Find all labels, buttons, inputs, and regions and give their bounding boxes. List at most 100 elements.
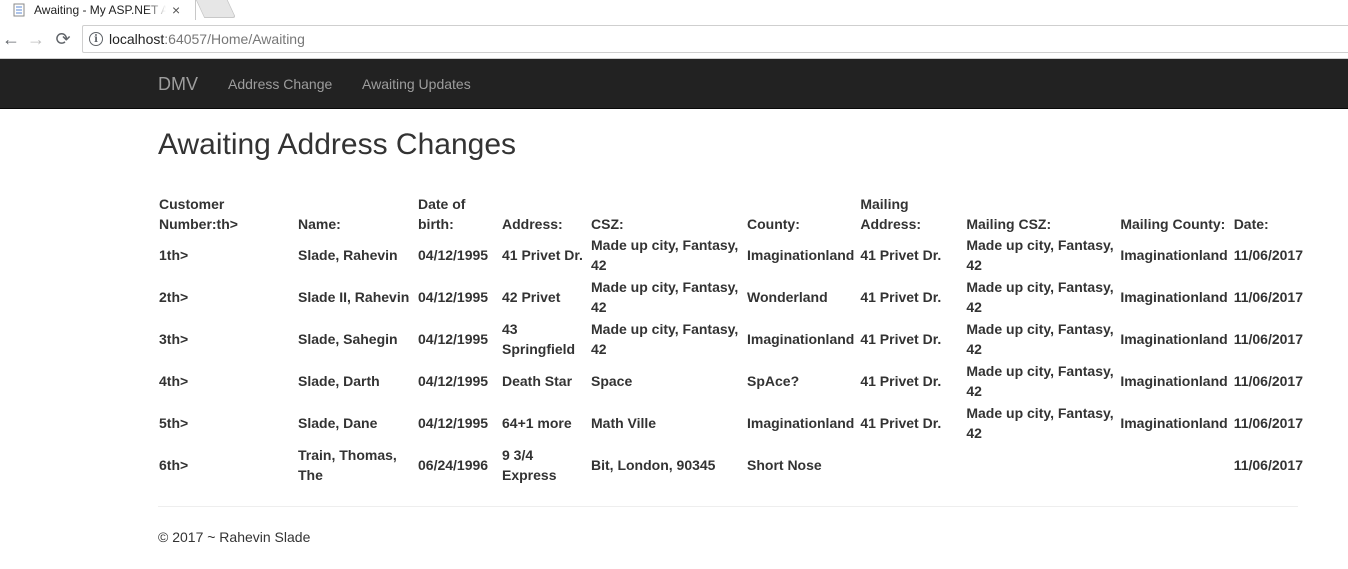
browser-toolbar: ← → ⟳ i localhost:64057/Home/Awaiting (0, 20, 1348, 59)
cell-customer-number: 1th> (159, 247, 189, 263)
browser-tabstrip: Awaiting - My ASP.NET A × (0, 0, 1348, 20)
cell-mailing-address: 41 Privet Dr. (860, 247, 942, 263)
url-path: :64057/Home/Awaiting (164, 31, 305, 47)
cell-date: 11/06/2017 (1233, 247, 1303, 263)
col-header-mailing-address: Mailing Address: (860, 196, 922, 232)
cell-mailing-county: Imaginationland (1120, 289, 1228, 305)
footer-text: © 2017 ~ Rahevin Slade (158, 529, 311, 545)
cell-mailing-csz: Made up city, Fantasy, 42 (966, 279, 1114, 315)
table-row: 5th> Slade, Dane 04/12/1995 64+1 more Ma… (156, 402, 1307, 444)
cell-csz: Made up city, Fantasy, 42 (591, 279, 739, 315)
cell-name: Slade, Rahevin (298, 247, 398, 263)
col-header-csz: CSZ: (591, 216, 624, 232)
new-tab-button[interactable] (195, 0, 237, 18)
reload-icon[interactable]: ⟳ (52, 28, 74, 50)
col-header-customer-number: Customer Number:th> (159, 196, 238, 232)
cell-county: Short Nose (747, 457, 822, 473)
col-header-dob: Date of birth: (418, 196, 466, 232)
cell-county: Imaginationland (747, 415, 855, 431)
table-row: 1th> Slade, Rahevin 04/12/1995 41 Privet… (156, 234, 1307, 276)
cell-mailing-address: 41 Privet Dr. (860, 331, 942, 347)
cell-address: 9 3/4 Express (502, 447, 557, 483)
cell-dob: 04/12/1995 (418, 247, 489, 263)
cell-mailing-county: Imaginationland (1120, 415, 1228, 431)
cell-mailing-county (1117, 444, 1230, 486)
cell-address: Death Star (502, 373, 573, 389)
cell-customer-number: 2th> (159, 289, 189, 305)
address-bar[interactable]: i localhost:64057/Home/Awaiting (82, 25, 1348, 53)
table-row: 4th> Slade, Darth 04/12/1995 Death Star … (156, 360, 1307, 402)
cell-mailing-address: 41 Privet Dr. (860, 415, 942, 431)
footer-divider (158, 506, 1298, 507)
info-icon[interactable]: i (89, 32, 103, 46)
cell-mailing-csz: Made up city, Fantasy, 42 (966, 363, 1114, 399)
cell-address: 43 Springfield (502, 321, 576, 357)
cell-csz: Space (591, 373, 633, 389)
cell-csz: Bit, London, 90345 (591, 457, 716, 473)
table-row: 6th> Train, Thomas, The 06/24/1996 9 3/4… (156, 444, 1307, 486)
browser-tab-awaiting[interactable]: Awaiting - My ASP.NET A × (0, 0, 196, 20)
cell-name: Slade, Sahegin (298, 331, 398, 347)
cell-csz: Math Ville (591, 415, 657, 431)
nav-link-address-change[interactable]: Address Change (228, 59, 332, 109)
cell-date: 11/06/2017 (1233, 373, 1303, 389)
page-title: Awaiting Address Changes (158, 128, 517, 161)
awaiting-table: Customer Number:th> Name: Date of birth:… (156, 192, 1307, 486)
cell-date: 11/06/2017 (1233, 331, 1303, 347)
cell-mailing-csz: Made up city, Fantasy, 42 (966, 321, 1114, 357)
cell-county: Imaginationland (747, 331, 855, 347)
cell-dob: 04/12/1995 (418, 331, 489, 347)
cell-mailing-csz: Made up city, Fantasy, 42 (966, 405, 1114, 441)
cell-county: Wonderland (747, 289, 828, 305)
cell-customer-number: 6th> (159, 457, 189, 473)
cell-mailing-county: Imaginationland (1120, 373, 1228, 389)
url-text[interactable]: localhost:64057/Home/Awaiting (109, 31, 305, 47)
back-arrow-icon[interactable]: ← (0, 28, 22, 50)
col-header-county: County: (747, 216, 800, 232)
cell-name: Slade, Dane (298, 415, 378, 431)
table-header-row: Customer Number:th> Name: Date of birth:… (156, 192, 1307, 234)
cell-address: 41 Privet Dr. (502, 247, 583, 263)
cell-dob: 04/12/1995 (418, 373, 489, 389)
cell-county: Imaginationland (747, 247, 855, 263)
nav-link-awaiting-updates[interactable]: Awaiting Updates (362, 59, 471, 109)
cell-dob: 06/24/1996 (418, 457, 489, 473)
cell-mailing-csz: Made up city, Fantasy, 42 (966, 237, 1114, 273)
table-row: 2th> Slade II, Rahevin 04/12/1995 42 Pri… (156, 276, 1307, 318)
cell-mailing-csz (963, 444, 1117, 486)
col-header-address: Address: (502, 216, 563, 232)
cell-customer-number: 5th> (159, 415, 189, 431)
cell-customer-number: 4th> (159, 373, 189, 389)
cell-csz: Made up city, Fantasy, 42 (591, 237, 739, 273)
cell-dob: 04/12/1995 (418, 415, 489, 431)
forward-arrow-icon[interactable]: → (25, 28, 47, 50)
cell-customer-number: 3th> (159, 331, 189, 347)
cell-name: Train, Thomas, The (298, 447, 397, 483)
col-header-date: Date: (1233, 216, 1269, 232)
cell-date: 11/06/2017 (1233, 289, 1303, 305)
cell-name: Slade, Darth (298, 373, 380, 389)
cell-mailing-address (857, 444, 963, 486)
tab-close-icon[interactable]: × (172, 3, 180, 17)
cell-mailing-county: Imaginationland (1120, 331, 1228, 347)
col-header-mailing-county: Mailing County: (1120, 216, 1226, 232)
cell-county: SpAce? (747, 373, 800, 389)
page-icon (12, 3, 26, 17)
url-host: localhost (109, 31, 165, 47)
col-header-mailing-csz: Mailing CSZ: (966, 216, 1052, 232)
app-navbar: DMV Address Change Awaiting Updates (0, 59, 1348, 109)
cell-mailing-address: 41 Privet Dr. (860, 373, 942, 389)
cell-mailing-county: Imaginationland (1120, 247, 1228, 263)
cell-address: 42 Privet (502, 289, 561, 305)
col-header-name: Name: (298, 216, 341, 232)
cell-csz: Made up city, Fantasy, 42 (591, 321, 739, 357)
browser-tab-title: Awaiting - My ASP.NET A (34, 3, 166, 17)
table-row: 3th> Slade, Sahegin 04/12/1995 43 Spring… (156, 318, 1307, 360)
cell-dob: 04/12/1995 (418, 289, 489, 305)
cell-mailing-address: 41 Privet Dr. (860, 289, 942, 305)
cell-name: Slade II, Rahevin (298, 289, 410, 305)
navbar-brand[interactable]: DMV (158, 59, 198, 109)
cell-date: 11/06/2017 (1233, 457, 1303, 473)
cell-address: 64+1 more (502, 415, 572, 431)
cell-date: 11/06/2017 (1233, 415, 1303, 431)
